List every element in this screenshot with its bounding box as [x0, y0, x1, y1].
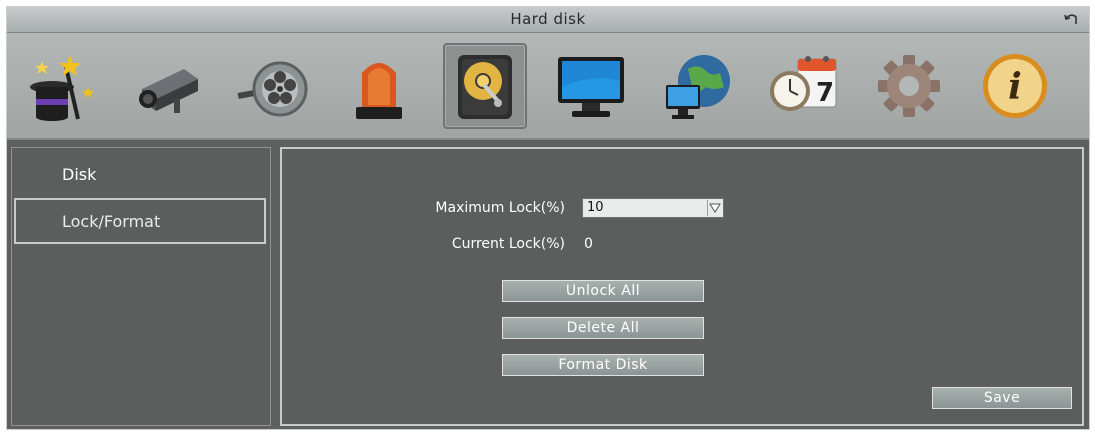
- alarm-button[interactable]: [337, 43, 421, 129]
- lock-format-panel: Maximum Lock(%) 10 Current Lock(%) 0 Unl…: [280, 147, 1084, 426]
- maximum-lock-value: 10: [587, 200, 604, 215]
- alarm-light-icon: [356, 63, 402, 119]
- display-button[interactable]: [549, 43, 633, 129]
- settings-gear-icon: [878, 55, 940, 117]
- settings-button[interactable]: [867, 43, 951, 129]
- calendar-date-text: 7: [816, 78, 834, 108]
- record-button[interactable]: [231, 43, 315, 129]
- unlock-all-button[interactable]: Unlock All: [502, 280, 704, 302]
- dropdown-arrow-icon[interactable]: [707, 200, 722, 216]
- maximum-lock-select[interactable]: 10: [582, 198, 724, 218]
- current-lock-value: 0: [584, 236, 593, 252]
- back-arrow-icon[interactable]: [1063, 10, 1081, 28]
- hard-disk-icon: [458, 55, 512, 119]
- network-button[interactable]: [655, 43, 739, 129]
- format-disk-button[interactable]: Format Disk: [502, 354, 704, 376]
- main-toolbar: 7 i: [7, 33, 1089, 140]
- maximum-lock-label: Maximum Lock(%): [435, 200, 565, 216]
- hard-disk-button[interactable]: [443, 43, 527, 129]
- network-icon: [666, 55, 730, 119]
- window-title: Hard disk: [510, 10, 586, 28]
- sidebar-menu: Disk Lock/Format: [11, 147, 271, 426]
- info-button[interactable]: i: [973, 43, 1057, 129]
- film-reel-icon: [237, 61, 308, 117]
- info-icon: i: [983, 54, 1047, 118]
- camera-icon: [139, 69, 198, 113]
- schedule-button[interactable]: 7: [761, 43, 845, 129]
- monitor-icon: [558, 57, 624, 117]
- title-bar: Hard disk: [7, 7, 1089, 33]
- sidebar-item-lock-format[interactable]: Lock/Format: [14, 198, 266, 244]
- schedule-icon: 7: [770, 56, 837, 111]
- wizard-hat-icon: [30, 55, 94, 121]
- wizard-button[interactable]: [19, 43, 103, 129]
- info-letter: i: [1008, 66, 1022, 108]
- sidebar-item-disk[interactable]: Disk: [18, 162, 270, 188]
- dvr-window: Hard disk 7 i Disk Lock/Format Maximum L…: [6, 6, 1090, 430]
- save-button[interactable]: Save: [932, 387, 1072, 409]
- camera-button[interactable]: [125, 43, 209, 129]
- delete-all-button[interactable]: Delete All: [502, 317, 704, 339]
- current-lock-label: Current Lock(%): [451, 236, 565, 252]
